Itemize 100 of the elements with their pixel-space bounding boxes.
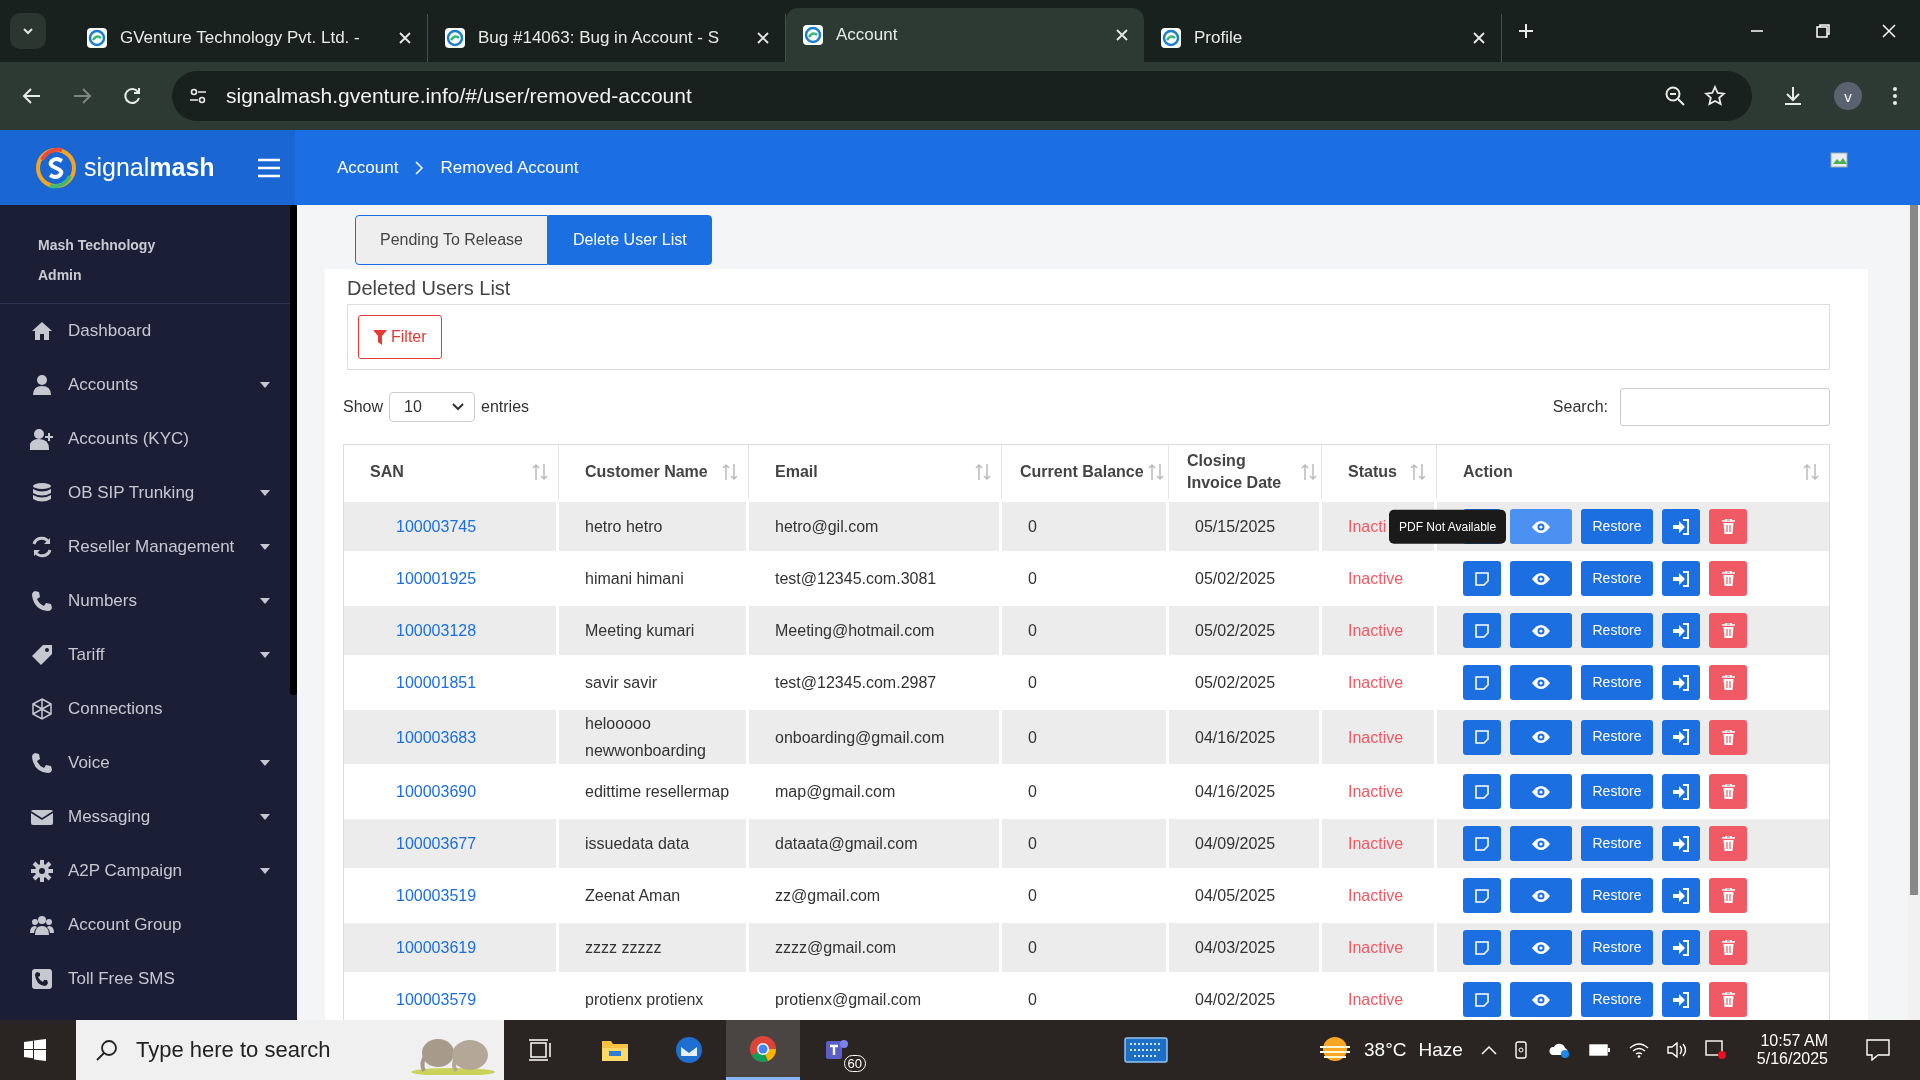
sidebar-item[interactable]: Reseller Management bbox=[0, 520, 290, 574]
tab[interactable]: Delete User List bbox=[547, 215, 712, 265]
delete-button[interactable] bbox=[1709, 509, 1747, 544]
login-button[interactable] bbox=[1662, 826, 1700, 862]
delete-button[interactable] bbox=[1709, 719, 1747, 755]
sidebar-item[interactable]: Accounts (KYC) bbox=[0, 412, 290, 466]
sidebar-item[interactable]: Account Group bbox=[0, 898, 290, 952]
san-link[interactable]: 100001851 bbox=[396, 668, 477, 697]
san-link[interactable]: 100001925 bbox=[396, 564, 477, 593]
delete-button[interactable] bbox=[1709, 982, 1747, 1018]
invoice-button[interactable] bbox=[1463, 561, 1501, 596]
keyboard-icon[interactable] bbox=[1124, 1037, 1168, 1063]
forward-icon[interactable] bbox=[72, 86, 92, 106]
san-link[interactable]: 100003677 bbox=[396, 830, 477, 858]
view-button[interactable] bbox=[1510, 561, 1572, 596]
restore-button[interactable]: Restore bbox=[1581, 930, 1653, 966]
restore-button[interactable]: Restore bbox=[1581, 613, 1653, 648]
view-button[interactable] bbox=[1510, 665, 1572, 700]
menu-icon[interactable] bbox=[256, 157, 281, 178]
search-field[interactable] bbox=[1620, 388, 1830, 426]
menu-icon[interactable] bbox=[1892, 86, 1898, 106]
invoice-button[interactable] bbox=[1463, 665, 1501, 700]
invoice-button[interactable] bbox=[1463, 613, 1501, 648]
restore-icon[interactable] bbox=[1816, 24, 1830, 38]
login-button[interactable] bbox=[1662, 774, 1700, 810]
restore-button[interactable]: Restore bbox=[1581, 665, 1653, 700]
view-button[interactable] bbox=[1510, 930, 1572, 966]
view-button[interactable] bbox=[1510, 509, 1572, 544]
scrollbar[interactable] bbox=[290, 205, 297, 1020]
close-icon[interactable] bbox=[1473, 32, 1485, 44]
login-button[interactable] bbox=[1662, 982, 1700, 1018]
filter-button[interactable]: Filter bbox=[358, 315, 442, 359]
sidebar-item[interactable]: Toll Free SMS bbox=[0, 952, 290, 1006]
wifi-icon[interactable] bbox=[1628, 1042, 1649, 1058]
delete-button[interactable] bbox=[1709, 665, 1747, 700]
san-link[interactable]: 100003519 bbox=[396, 882, 477, 910]
view-button[interactable] bbox=[1510, 826, 1572, 862]
sidebar-item[interactable]: Voice bbox=[0, 736, 290, 790]
login-button[interactable] bbox=[1662, 613, 1700, 648]
star-icon[interactable] bbox=[1704, 85, 1726, 107]
scrollbar[interactable] bbox=[1908, 205, 1920, 1020]
delete-button[interactable] bbox=[1709, 878, 1747, 914]
chevron-up-icon[interactable] bbox=[1480, 1045, 1497, 1055]
battery-icon[interactable] bbox=[1588, 1043, 1611, 1057]
invoice-button[interactable] bbox=[1463, 930, 1501, 966]
login-button[interactable] bbox=[1662, 719, 1700, 755]
close-icon[interactable] bbox=[757, 32, 769, 44]
cloud-icon[interactable] bbox=[1548, 1041, 1571, 1059]
restore-button[interactable]: Restore bbox=[1581, 982, 1653, 1018]
sidebar-item[interactable]: Messaging bbox=[0, 790, 290, 844]
san-link[interactable]: 100003128 bbox=[396, 616, 477, 645]
san-link[interactable]: 100003745 bbox=[396, 512, 477, 541]
notifications-icon[interactable] bbox=[1866, 1039, 1890, 1061]
network-warning-icon[interactable] bbox=[1704, 1040, 1727, 1060]
invoice-button[interactable] bbox=[1463, 826, 1501, 862]
close-icon[interactable] bbox=[399, 32, 411, 44]
login-button[interactable] bbox=[1662, 930, 1700, 966]
delete-button[interactable] bbox=[1709, 826, 1747, 862]
login-button[interactable] bbox=[1662, 665, 1700, 700]
restore-button[interactable]: Restore bbox=[1581, 561, 1653, 596]
address-bar[interactable]: signalmash.gventure.info/#/user/removed-account bbox=[172, 71, 1752, 121]
restore-button[interactable]: Restore bbox=[1581, 509, 1653, 544]
restore-button[interactable]: Restore bbox=[1581, 826, 1653, 862]
view-button[interactable] bbox=[1510, 774, 1572, 810]
sidebar-item[interactable]: Tariff bbox=[0, 628, 290, 682]
browser-tab[interactable]: Account bbox=[786, 8, 1144, 62]
back-icon[interactable] bbox=[22, 86, 42, 106]
profile-avatar[interactable]: v bbox=[1834, 82, 1862, 110]
view-button[interactable] bbox=[1510, 719, 1572, 755]
san-link[interactable]: 100003690 bbox=[396, 778, 477, 806]
view-button[interactable] bbox=[1510, 982, 1572, 1018]
delete-button[interactable] bbox=[1709, 613, 1747, 648]
san-link[interactable]: 100003683 bbox=[396, 723, 477, 751]
close-icon[interactable] bbox=[1116, 29, 1128, 41]
download-icon[interactable] bbox=[1782, 85, 1804, 107]
new-tab-icon[interactable] bbox=[1518, 23, 1534, 39]
taskbar-app[interactable] bbox=[726, 1020, 800, 1080]
page-size-select[interactable]: 10 bbox=[389, 392, 476, 422]
sidebar-item[interactable]: A2P Campaign bbox=[0, 844, 290, 898]
taskbar-search-field[interactable]: Type here to search bbox=[76, 1020, 504, 1080]
zoom-icon[interactable] bbox=[1664, 85, 1686, 107]
invoice-button[interactable] bbox=[1463, 878, 1501, 914]
invoice-button[interactable] bbox=[1463, 774, 1501, 810]
login-button[interactable] bbox=[1662, 509, 1700, 544]
site-settings-icon[interactable] bbox=[188, 86, 208, 106]
windows-start-icon[interactable] bbox=[24, 1039, 46, 1061]
delete-button[interactable] bbox=[1709, 930, 1747, 966]
invoice-button[interactable] bbox=[1463, 982, 1501, 1018]
taskbar-app[interactable]: 60 bbox=[800, 1020, 874, 1080]
sidebar-item[interactable]: Numbers bbox=[0, 574, 290, 628]
login-button[interactable] bbox=[1662, 561, 1700, 596]
reload-icon[interactable] bbox=[122, 86, 142, 106]
restore-button[interactable]: Restore bbox=[1581, 878, 1653, 914]
sidebar-item[interactable]: Dashboard bbox=[0, 304, 290, 358]
san-link[interactable]: 100003579 bbox=[396, 986, 477, 1014]
restore-button[interactable]: Restore bbox=[1581, 719, 1653, 755]
sidebar-item[interactable]: Connections bbox=[0, 682, 290, 736]
invoice-button[interactable] bbox=[1463, 719, 1501, 755]
column-header[interactable]: Action bbox=[1437, 445, 1829, 499]
restore-button[interactable]: Restore bbox=[1581, 774, 1653, 810]
